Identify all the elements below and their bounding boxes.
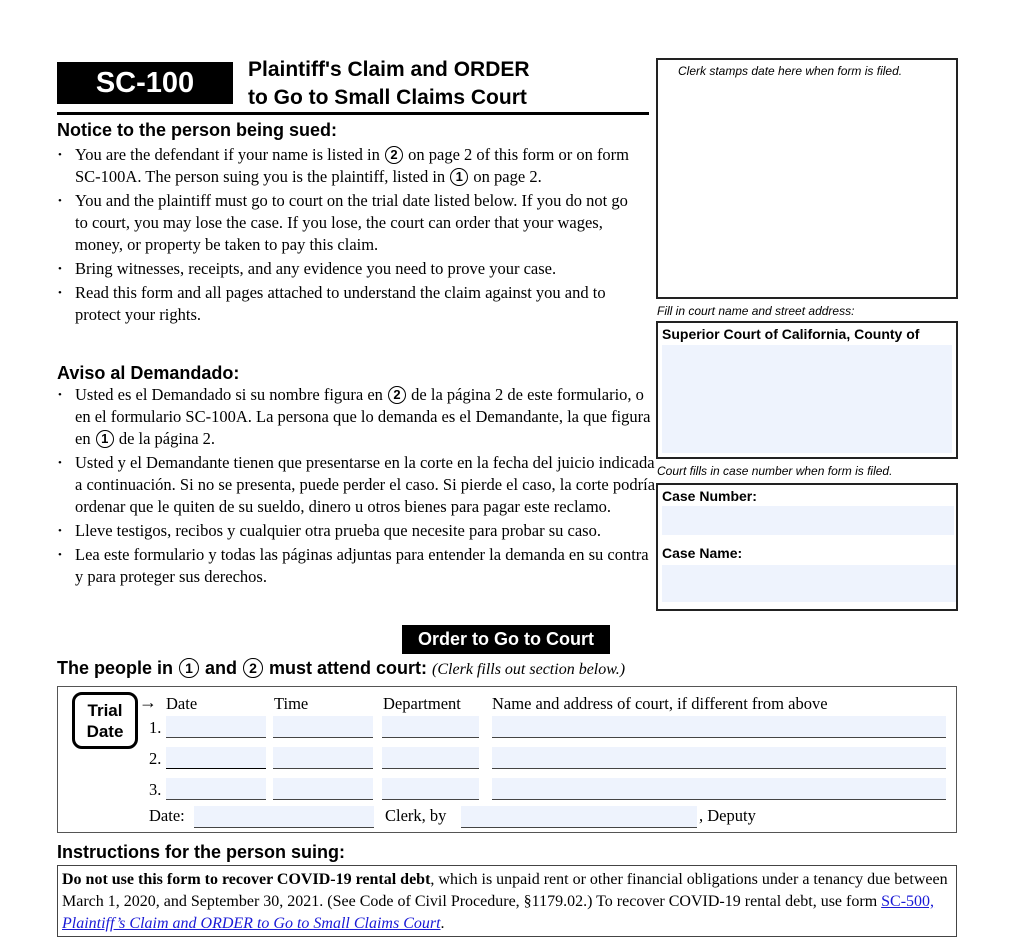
case-number-label-note: Court fills in case number when form is …	[657, 464, 893, 478]
deputy-label: , Deputy	[699, 806, 756, 825]
trial-time-1-input[interactable]	[273, 716, 373, 738]
trial-time-2-input[interactable]	[273, 747, 373, 769]
circle-number-2-icon: 2	[388, 385, 407, 404]
aviso-bullet: Usted es el Demandado si su nombre figur…	[58, 384, 658, 450]
trial-date-badge: Trial Date	[72, 692, 138, 749]
notice-heading: Notice to the person being sued:	[57, 120, 338, 140]
circle-number-1-icon: 1	[179, 658, 200, 678]
order-banner: Order to Go to Court	[402, 625, 610, 654]
clerk-input[interactable]	[461, 806, 697, 828]
clerk-stamp-label: Clerk stamps date here when form is file…	[678, 64, 903, 78]
court-address-box: Superior Court of California, County of	[656, 321, 958, 459]
aviso-bullet: Lleve testigos, recibos y cualquier otra…	[58, 520, 658, 542]
form-title: Plaintiff's Claim and ORDER to Go to Sma…	[248, 56, 530, 112]
attend-court-line: The people in 1 and 2 must attend court:…	[57, 658, 626, 678]
trial-court-1-input[interactable]	[492, 716, 946, 738]
court-prefix: Superior Court of California, County of	[662, 326, 920, 342]
row-label-1: 1.	[149, 718, 162, 737]
court-address-label: Fill in court name and street address:	[657, 304, 855, 318]
aviso-list: Usted es el Demandado si su nombre figur…	[58, 384, 658, 590]
trial-date-1-input[interactable]	[166, 716, 266, 738]
clerk-by-label: Clerk, by	[385, 806, 447, 825]
court-address-input[interactable]	[662, 345, 952, 453]
column-header-time: Time	[274, 694, 309, 713]
notice-list: You are the defendant if your name is li…	[58, 144, 638, 328]
trial-date-2-input[interactable]	[166, 747, 266, 769]
column-header-date: Date	[166, 694, 198, 713]
circle-number-1-icon: 1	[95, 429, 114, 448]
circle-number-1-icon: 1	[450, 167, 469, 186]
issue-date-input[interactable]	[194, 806, 374, 828]
case-number-input[interactable]	[662, 506, 954, 535]
instructions-heading: Instructions for the person suing:	[57, 842, 346, 862]
arrow-right-icon: →	[139, 692, 157, 712]
case-info-box: Case Number: Case Name:	[656, 483, 958, 611]
instructions-box: Do not use this form to recover COVID-19…	[57, 865, 957, 937]
trial-department-1-input[interactable]	[382, 716, 479, 738]
aviso-bullet: Usted y el Demandante tienen que present…	[58, 452, 658, 518]
form-title-line2: to Go to Small Claims Court	[248, 86, 527, 109]
header-divider	[57, 112, 649, 115]
row-label-3: 3.	[149, 780, 162, 799]
trial-department-2-input[interactable]	[382, 747, 479, 769]
trial-time-3-input[interactable]	[273, 778, 373, 800]
form-title-line1: Plaintiff's Claim and ORDER	[248, 58, 530, 81]
circle-number-2-icon: 2	[385, 145, 404, 164]
notice-bullet: Bring witnesses, receipts, and any evide…	[58, 258, 638, 280]
case-name-label: Case Name:	[662, 545, 743, 561]
trial-court-3-input[interactable]	[492, 778, 946, 800]
notice-bullet: You are the defendant if your name is li…	[58, 144, 638, 188]
notice-bullet: You and the plaintiff must go to court o…	[58, 190, 638, 256]
trial-court-2-input[interactable]	[492, 747, 946, 769]
covid-warning-bold: Do not use this form to recover COVID-19…	[62, 871, 431, 888]
aviso-heading: Aviso al Demandado:	[57, 363, 240, 383]
column-header-department: Department	[383, 694, 461, 713]
column-header-court: Name and address of court, if different …	[492, 694, 828, 713]
trial-date-3-input[interactable]	[166, 778, 266, 800]
form-id-badge: SC-100	[57, 62, 233, 104]
case-name-input[interactable]	[662, 565, 956, 602]
case-number-label: Case Number:	[662, 488, 757, 504]
trial-department-3-input[interactable]	[382, 778, 479, 800]
row-label-2: 2.	[149, 749, 162, 768]
clerk-stamp-box: Clerk stamps date here when form is file…	[656, 58, 958, 299]
issue-date-label: Date:	[149, 806, 185, 825]
clerk-note: (Clerk fills out section below.)	[432, 661, 626, 678]
circle-number-2-icon: 2	[243, 658, 264, 678]
notice-bullet: Read this form and all pages attached to…	[58, 282, 638, 326]
aviso-bullet: Lea este formulario y todas las páginas …	[58, 544, 658, 588]
